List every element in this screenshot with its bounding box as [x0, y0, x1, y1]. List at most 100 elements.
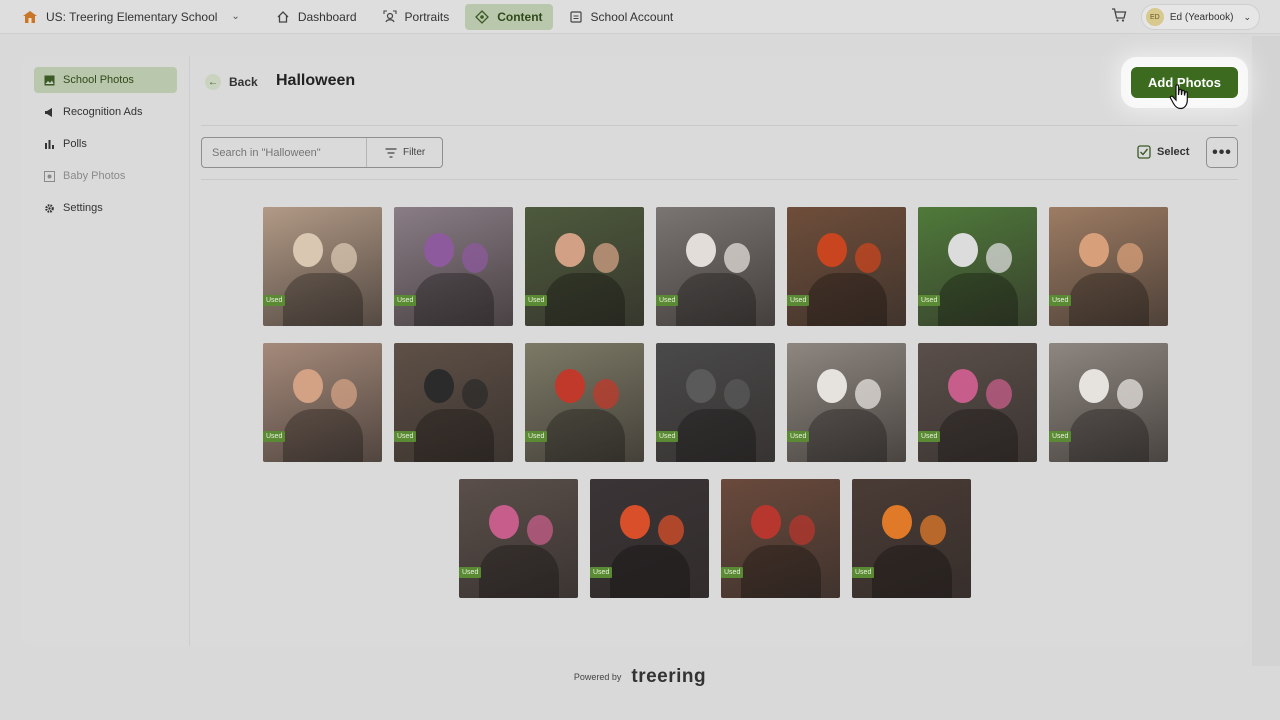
photo-costume — [872, 545, 952, 598]
footer: Powered by treering — [0, 666, 1280, 688]
scroll-gutter — [1252, 36, 1280, 666]
photo-subject — [620, 505, 650, 539]
sidebar-item-school-photos[interactable]: School Photos — [34, 67, 177, 93]
photo-thumbnail[interactable]: Used — [263, 207, 382, 326]
cart-icon[interactable] — [1111, 7, 1127, 28]
photo-subject — [1117, 243, 1143, 273]
photo-thumbnail[interactable]: Used — [918, 343, 1037, 462]
photo-thumbnail[interactable]: Used — [918, 207, 1037, 326]
photo-subject — [658, 515, 684, 545]
photo-thumbnail[interactable]: Used — [590, 479, 709, 598]
photo-subject — [293, 233, 323, 267]
sidebar-item-recognition-ads[interactable]: Recognition Ads — [34, 99, 177, 125]
home-icon — [277, 10, 289, 23]
sidebar-item-label: Recognition Ads — [63, 106, 143, 118]
photo-thumbnail[interactable]: Used — [525, 207, 644, 326]
used-badge: Used — [590, 567, 613, 578]
photo-costume — [807, 273, 887, 326]
photo-subject — [986, 379, 1012, 409]
avatar: ED — [1145, 8, 1164, 26]
photo-subject — [593, 379, 619, 409]
powered-by-text: Powered by — [573, 672, 622, 682]
photo-subject — [724, 243, 750, 273]
sidebar-item-label: Settings — [63, 202, 103, 214]
gear-icon — [45, 203, 54, 213]
nav-content-label: Content — [497, 9, 543, 24]
nav-school-account[interactable]: School Account — [559, 4, 684, 30]
nav-portraits[interactable]: Portraits — [373, 4, 460, 30]
content-icon — [475, 9, 490, 24]
photo-costume — [807, 409, 887, 462]
photo-costume — [414, 409, 494, 462]
photo-costume — [283, 409, 363, 462]
photo-thumbnail[interactable]: Used — [525, 343, 644, 462]
used-badge: Used — [263, 295, 286, 306]
portraits-icon — [382, 9, 397, 22]
content-area: ← Back Halloween Add Photos Filter Selec… — [201, 56, 1238, 646]
used-badge: Used — [263, 431, 286, 442]
photo-subject — [555, 233, 585, 267]
photo-subject — [1079, 233, 1109, 267]
treering-logo: treering — [631, 666, 707, 687]
nav-content[interactable]: Content — [465, 3, 553, 30]
used-badge: Used — [525, 295, 548, 306]
photo-costume — [414, 273, 494, 326]
photo-subject — [1079, 369, 1109, 403]
used-badge: Used — [721, 567, 744, 578]
photo-subject — [920, 515, 946, 545]
school-selector[interactable]: US: Treering Elementary School ⌄ — [22, 10, 240, 24]
photo-subject — [331, 379, 357, 409]
photo-costume — [1069, 273, 1149, 326]
photo-thumbnail[interactable]: Used — [459, 479, 578, 598]
photo-subject — [724, 379, 750, 409]
nav-dashboard[interactable]: Dashboard — [266, 4, 367, 30]
used-badge: Used — [918, 431, 941, 442]
photo-subject — [331, 243, 357, 273]
photo-subject — [817, 369, 847, 403]
user-menu[interactable]: ED Ed (Yearbook) ⌄ — [1140, 4, 1260, 30]
photo-thumbnail[interactable]: Used — [394, 343, 513, 462]
photo-costume — [283, 273, 363, 326]
photo-thumbnail[interactable]: Used — [787, 343, 906, 462]
used-badge: Used — [394, 295, 417, 306]
photo-thumbnail[interactable]: Used — [787, 207, 906, 326]
photo-thumbnail[interactable]: Used — [263, 343, 382, 462]
photo-thumbnail[interactable]: Used — [656, 207, 775, 326]
sidebar-item-label: Polls — [63, 138, 87, 150]
chevron-down-icon: ⌄ — [231, 11, 240, 22]
used-badge: Used — [918, 295, 941, 306]
photo-subject — [948, 369, 978, 403]
top-right-actions: ED Ed (Yearbook) ⌄ — [1111, 4, 1260, 30]
photo-thumbnail[interactable]: Used — [1049, 207, 1168, 326]
main-panel: School Photos Recognition Ads Polls Baby… — [22, 56, 1248, 646]
photo-subject — [593, 243, 619, 273]
photo-subject — [555, 369, 585, 403]
photo-thumbnail[interactable]: Used — [721, 479, 840, 598]
photo-subject — [462, 379, 488, 409]
photo-thumbnail[interactable]: Used — [656, 343, 775, 462]
sidebar-item-baby-photos[interactable]: Baby Photos — [34, 163, 177, 189]
photo-thumbnail[interactable]: Used — [394, 207, 513, 326]
nav-school-account-label: School Account — [590, 9, 674, 24]
used-badge: Used — [525, 431, 548, 442]
sidebar-item-settings[interactable]: Settings — [34, 195, 177, 221]
photo-thumbnail[interactable]: Used — [852, 479, 971, 598]
main-nav: Dashboard Portraits Content School Accou… — [266, 3, 684, 30]
photo-grid: Used Used Used Used Used Used Used Used Used Used… — [201, 56, 1238, 646]
photo-subject — [686, 233, 716, 267]
user-name: Ed (Yearbook) — [1169, 11, 1234, 23]
photo-subject — [882, 505, 912, 539]
photo-subject — [751, 505, 781, 539]
photo-thumbnail[interactable]: Used — [1049, 343, 1168, 462]
used-badge: Used — [656, 295, 679, 306]
used-badge: Used — [787, 295, 810, 306]
photo-costume — [741, 545, 821, 598]
photo-subject — [855, 379, 881, 409]
sidebar-item-polls[interactable]: Polls — [34, 131, 177, 157]
photo-costume — [1069, 409, 1149, 462]
school-house-icon — [23, 10, 37, 23]
nav-portraits-label: Portraits — [404, 9, 450, 24]
photo-costume — [938, 409, 1018, 462]
used-badge: Used — [656, 431, 679, 442]
photo-subject — [489, 505, 519, 539]
